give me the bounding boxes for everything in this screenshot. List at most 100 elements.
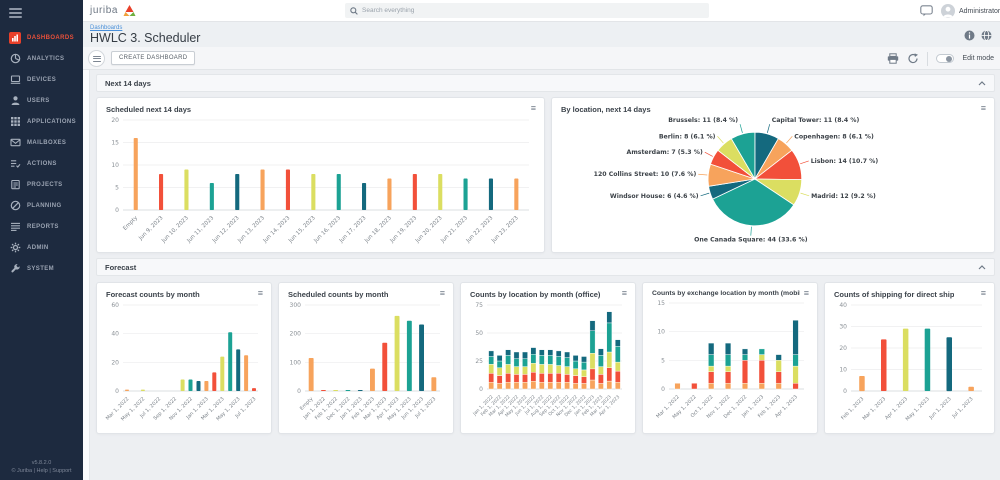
svg-text:Lisbon: 14 (10.7 %): Lisbon: 14 (10.7 %) [811,158,879,165]
devices-icon [9,74,21,86]
page-header: Dashboards HWLC 3. Scheduler [83,22,1000,47]
sidebar-item-mailboxes[interactable]: MAILBOXES [0,132,83,153]
svg-text:Windsor House: 6 (4.6 %): Windsor House: 6 (4.6 %) [610,193,699,200]
chevron-up-icon[interactable] [978,80,986,86]
sidebar-item-planning[interactable]: PLANNING [0,195,83,216]
card-counts-by-location-office: Counts by location by month (office) ≡ 0… [460,282,636,434]
svg-text:20: 20 [111,117,119,124]
chart-title: Counts of shipping for direct ship [834,290,955,299]
global-search [345,3,709,18]
section-header-next-14-days[interactable]: Next 14 days [96,74,995,92]
sidebar-item-label: ANALYTICS [27,55,65,62]
bar-chart-direct-ship: 010203040Feb 1, 2023Mar 1, 2023Apr 1, 20… [839,302,982,422]
projects-icon [9,179,21,191]
card-forecast-counts-by-month: Forecast counts by month ≡ 0 20 40 60 Mar 1,… [96,282,272,434]
sidebar-item-system[interactable]: SYSTEM [0,258,83,279]
create-dashboard-button[interactable]: CREATE DASHBOARD [111,51,196,65]
app-copyright-links[interactable]: © Juriba | Help | Support [0,467,83,475]
user-menu[interactable]: Administrator [959,0,1000,22]
svg-text:Empty: Empty [122,215,139,232]
bar-chart-scheduled-next-14-days: 05101520EmptyJun 9, 2023Jun 10, 2023Jun … [111,117,529,245]
section-title: Next 14 days [105,78,151,88]
svg-text:Copenhagen: 8 (6.1 %): Copenhagen: 8 (6.1 %) [794,133,874,140]
analytics-icon [9,53,21,65]
edit-mode-toggle[interactable] [936,54,955,63]
svg-text:Brussels: 11 (8.4 %): Brussels: 11 (8.4 %) [668,117,738,124]
pie-chart-by-location: Capital Tower: 11 (8.4 %) Copenhagen: 8 (… [594,117,879,244]
card-counts-by-exchange-mobile: Counts by exchange location by month (mo… [642,282,818,434]
sidebar-item-applications[interactable]: APPLICATIONS [0,111,83,132]
chart-title: Forecast counts by month [106,290,200,299]
print-icon[interactable] [887,53,899,64]
sidebar-collapse-icon[interactable] [9,8,22,18]
svg-text:30: 30 [839,324,847,331]
refresh-icon[interactable] [907,53,919,64]
search-icon [350,6,358,15]
sidebar-item-users[interactable]: USERS [0,90,83,111]
chart-menu-icon[interactable]: ≡ [531,104,536,113]
svg-text:300: 300 [290,302,302,309]
svg-text:Berlin: 8 (6.1 %): Berlin: 8 (6.1 %) [659,133,716,140]
sidebar-item-label: SYSTEM [27,265,55,272]
chart-menu-icon[interactable]: ≡ [258,289,263,298]
svg-text:25: 25 [475,358,483,365]
avatar[interactable] [941,4,955,18]
chart-menu-icon[interactable]: ≡ [981,104,986,113]
sidebar-item-dashboards[interactable]: DASHBOARDS [0,27,83,48]
sidebar-item-label: ACTIONS [27,160,57,167]
sidebar-item-reports[interactable]: REPORTS [0,216,83,237]
chart-title: Counts by location by month (office) [470,290,601,299]
chart-title: By location, next 14 days [561,105,651,114]
app-logo-triangle-icon [123,5,136,16]
svg-text:5: 5 [661,357,665,364]
panel-toggle-button[interactable] [88,50,105,67]
sidebar-item-label: PROJECTS [27,181,63,188]
users-icon [9,95,21,107]
svg-text:15: 15 [111,140,119,147]
chart-menu-icon[interactable]: ≡ [981,289,986,298]
svg-text:One Canada Square: 44 (33.6 %): One Canada Square: 44 (33.6 %) [694,237,808,244]
svg-text:Jun 23, 2023: Jun 23, 2023 [490,215,520,244]
stacked-bar-chart-mobile: 051015Mar 1, 2022May 1, 2022Oct 1, 2022N… [655,300,804,420]
app-version: v5.8.2.0 [31,460,52,466]
page-title: HWLC 3. Scheduler [90,31,201,45]
svg-text:0: 0 [115,207,119,214]
chart-title: Counts by exchange location by month (mo… [652,290,800,297]
svg-text:50: 50 [475,330,483,337]
svg-text:0: 0 [479,386,483,393]
svg-text:0: 0 [843,388,847,395]
sidebar-item-devices[interactable]: DEVICES [0,69,83,90]
card-shipping-direct-ship: Counts of shipping for direct ship ≡ 0 10… [824,282,995,434]
sidebar-item-label: PLANNING [27,202,62,209]
sidebar-item-actions[interactable]: ACTIONS [0,153,83,174]
chart-menu-icon[interactable]: ≡ [804,289,809,298]
chat-icon[interactable] [920,5,933,17]
chevron-up-icon[interactable] [978,264,986,270]
chart-title: Scheduled next 14 days [106,105,192,114]
globe-icon[interactable] [981,30,992,41]
sidebar: DASHBOARDS ANALYTICS DEVICES USERS APPLI… [0,0,83,480]
info-icon[interactable] [964,30,975,41]
sidebar-item-projects[interactable]: PROJECTS [0,174,83,195]
svg-text:5: 5 [115,185,119,192]
bar-chart-forecast-counts: 0204060Mar 1, 2022May 1, 2022Jul 1, 2022… [105,302,258,422]
svg-text:40: 40 [111,331,119,338]
sidebar-item-admin[interactable]: ADMIN [0,237,83,258]
chart-menu-icon[interactable]: ≡ [622,289,627,298]
dashboard-toolbar: CREATE DASHBOARD Edit mode [83,47,1000,70]
svg-text:Amsterdam: 7 (5.3 %): Amsterdam: 7 (5.3 %) [627,149,703,156]
search-input[interactable] [362,7,704,14]
section-header-forecast[interactable]: Forecast [96,258,995,276]
chart-menu-icon[interactable]: ≡ [440,289,445,298]
svg-text:15: 15 [657,300,665,307]
svg-text:0: 0 [661,386,665,393]
svg-text:Jun 9, 2023: Jun 9, 2023 [137,215,164,242]
section-title: Forecast [105,262,137,272]
svg-text:60: 60 [111,302,119,309]
sidebar-item-analytics[interactable]: ANALYTICS [0,48,83,69]
card-scheduled-counts-by-month: Scheduled counts by month ≡ 0 100 200 300 Em… [278,282,454,434]
card-scheduled-next-14-days: Scheduled next 14 days ≡ 0 5 10 15 20 Empty Ju… [96,97,545,253]
svg-text:100: 100 [290,359,302,366]
svg-text:Mar 1, 2023: Mar 1, 2023 [862,396,888,422]
svg-text:10: 10 [111,162,119,169]
